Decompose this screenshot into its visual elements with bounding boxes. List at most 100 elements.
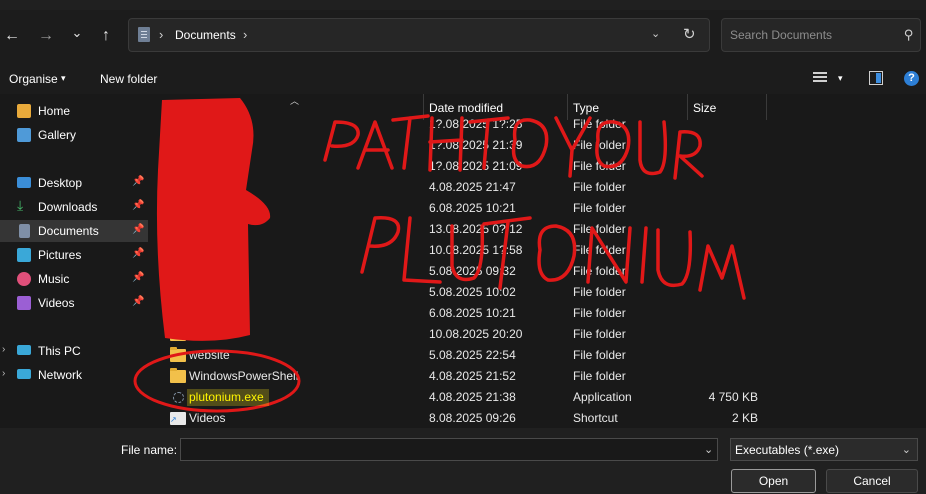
file-date: 6.08.2025 10:21 xyxy=(429,201,516,215)
title-strip xyxy=(0,0,926,10)
file-size: 4 750 KB xyxy=(708,390,758,404)
file-row[interactable]: 5.08.2025 09:32 File folder xyxy=(150,261,926,282)
pin-icon[interactable]: 📌 xyxy=(132,176,144,187)
file-type-select[interactable]: Executables (*.exe) ⌄ xyxy=(730,438,918,461)
file-date: 4.08.2025 21:38 xyxy=(429,390,516,404)
address-bar[interactable]: › Documents › ⌄ ↻ xyxy=(128,18,710,52)
folder-icon xyxy=(170,368,186,383)
sidebar-item-label: Desktop xyxy=(38,176,83,190)
documents-location-icon xyxy=(138,27,150,42)
help-icon[interactable]: ? xyxy=(904,71,919,86)
preview-pane-icon[interactable] xyxy=(869,71,883,85)
column-header-type[interactable]: Type xyxy=(573,101,599,115)
file-row[interactable]: 4.08.2025 21:47 File folder xyxy=(150,177,926,198)
file-name-dropdown-icon[interactable]: ⌄ xyxy=(704,443,713,456)
sidebar-item-pictures[interactable]: Pictures 📌 xyxy=(0,244,148,266)
sidebar-item-downloads[interactable]: ⤓ Downloads 📌 xyxy=(0,196,148,218)
music-icon xyxy=(17,272,31,286)
pin-icon[interactable]: 📌 xyxy=(132,248,144,259)
file-row[interactable]: 6.08.2025 10:21 File folder xyxy=(150,303,926,324)
sidebar-item-gallery[interactable]: Gallery xyxy=(0,124,148,146)
documents-icon xyxy=(19,224,30,238)
open-button[interactable]: Open xyxy=(731,469,816,493)
file-type: File folder xyxy=(573,159,626,173)
sidebar-item-label: Home xyxy=(38,104,71,118)
file-type: File folder xyxy=(573,285,626,299)
file-row[interactable]: 6.08.2025 10:21 File folder xyxy=(150,198,926,219)
up-arrow-icon[interactable]: ↑ xyxy=(94,24,118,48)
address-dropdown-icon[interactable]: ⌄ xyxy=(651,27,660,40)
file-row[interactable]: 1?.08.2025 21:09 File folder xyxy=(150,156,926,177)
file-row[interactable]: 5.08.2025 10:02 File folder xyxy=(150,282,926,303)
file-date: 1?.08.2025 21:39 xyxy=(429,138,523,152)
file-date: 8.08.2025 09:26 xyxy=(429,411,516,425)
folder-icon xyxy=(170,305,186,320)
file-date: 4.08.2025 21:47 xyxy=(429,180,516,194)
sidebar-item-home[interactable]: Home xyxy=(0,100,148,122)
sidebar-item-this-pc[interactable]: › This PC xyxy=(0,340,148,362)
dialog-footer: File name: ⌄ Executables (*.exe) ⌄ Open … xyxy=(0,428,926,494)
file-row[interactable]: 1?.08.2025 1?:25 File folder xyxy=(150,114,926,135)
file-type: File folder xyxy=(573,348,626,362)
file-type: Application xyxy=(573,390,632,404)
refresh-icon[interactable]: ↻ xyxy=(683,25,696,43)
search-box[interactable]: Search Documents ⚲ xyxy=(721,18,921,52)
application-icon xyxy=(173,392,184,403)
sidebar-item-videos[interactable]: Videos 📌 xyxy=(0,292,148,314)
view-options-icon[interactable] xyxy=(813,72,827,84)
shortcut-icon xyxy=(170,412,186,425)
navigation-pane: Home Gallery Desktop 📌 ⤓ Downloads 📌 Doc… xyxy=(0,94,150,428)
chevron-down-icon[interactable]: ▾ xyxy=(61,73,66,84)
organise-button[interactable]: Organise xyxy=(9,72,58,86)
search-input[interactable]: Search Documents xyxy=(730,28,832,42)
file-name: WindowsPowerShell xyxy=(189,369,299,383)
search-icon[interactable]: ⚲ xyxy=(904,27,914,43)
file-name-input[interactable] xyxy=(180,438,718,461)
sidebar-item-label: Network xyxy=(38,368,83,382)
file-row[interactable]: 10.08.2025 1?:58 File folder xyxy=(150,240,926,261)
breadcrumb-chevron-icon[interactable]: › xyxy=(159,27,163,42)
file-type: File folder xyxy=(573,369,626,383)
recent-locations-icon[interactable]: ⌄ xyxy=(65,21,89,45)
sidebar-item-documents[interactable]: Documents 📌 xyxy=(0,220,148,242)
expand-chevron-icon[interactable]: › xyxy=(2,368,5,379)
sidebar-item-network[interactable]: › Network xyxy=(0,364,148,386)
breadcrumb-chevron-icon[interactable]: › xyxy=(243,27,247,42)
sidebar-item-desktop[interactable]: Desktop 📌 xyxy=(0,172,148,194)
breadcrumb-documents[interactable]: Documents xyxy=(175,28,236,42)
pin-icon[interactable]: 📌 xyxy=(132,272,144,283)
sidebar-item-music[interactable]: Music 📌 xyxy=(0,268,148,290)
file-type: File folder xyxy=(573,180,626,194)
pictures-icon xyxy=(17,248,31,262)
pin-icon[interactable]: 📌 xyxy=(132,200,144,211)
pin-icon[interactable]: 📌 xyxy=(132,296,144,307)
chevron-down-icon[interactable]: ⌄ xyxy=(902,443,911,456)
cancel-button[interactable]: Cancel xyxy=(826,469,918,493)
file-type: File folder xyxy=(573,201,626,215)
sort-ascending-icon: ︿ xyxy=(290,96,300,106)
forward-arrow-icon[interactable]: → xyxy=(34,24,58,48)
column-header-name[interactable]: Name xyxy=(172,101,204,115)
sidebar-item-label: Documents xyxy=(38,224,99,238)
back-arrow-icon[interactable]: ← xyxy=(0,24,24,48)
file-row[interactable]: Videos 8.08.2025 09:26 Shortcut 2 KB xyxy=(150,408,926,428)
chevron-down-icon[interactable]: ▾ xyxy=(838,73,843,84)
file-row[interactable]: 13.08.2025 0?:12 File folder xyxy=(150,219,926,240)
file-date: 1?.08.2025 21:09 xyxy=(429,159,523,173)
file-row[interactable]: WindowsPowerShell 4.08.2025 21:52 File f… xyxy=(150,366,926,387)
file-row[interactable]: 10.08.2025 20:20 File folder xyxy=(150,324,926,345)
new-folder-button[interactable]: New folder xyxy=(100,72,157,86)
expand-chevron-icon[interactable]: › xyxy=(2,344,5,355)
column-header-size[interactable]: Size xyxy=(693,101,716,115)
file-date: 5.08.2025 09:32 xyxy=(429,264,516,278)
pin-icon[interactable]: 📌 xyxy=(132,224,144,235)
column-header-date[interactable]: Date modified xyxy=(429,101,503,115)
file-name-label: File name: xyxy=(121,443,178,457)
plutonium-highlight xyxy=(187,389,269,406)
file-date: 5.08.2025 22:54 xyxy=(429,348,516,362)
folder-icon xyxy=(170,326,186,341)
file-row[interactable]: website 5.08.2025 22:54 File folder xyxy=(150,345,926,366)
file-row[interactable]: 1?.08.2025 21:39 File folder xyxy=(150,135,926,156)
file-date: 4.08.2025 21:52 xyxy=(429,369,516,383)
folder-icon xyxy=(170,263,186,278)
